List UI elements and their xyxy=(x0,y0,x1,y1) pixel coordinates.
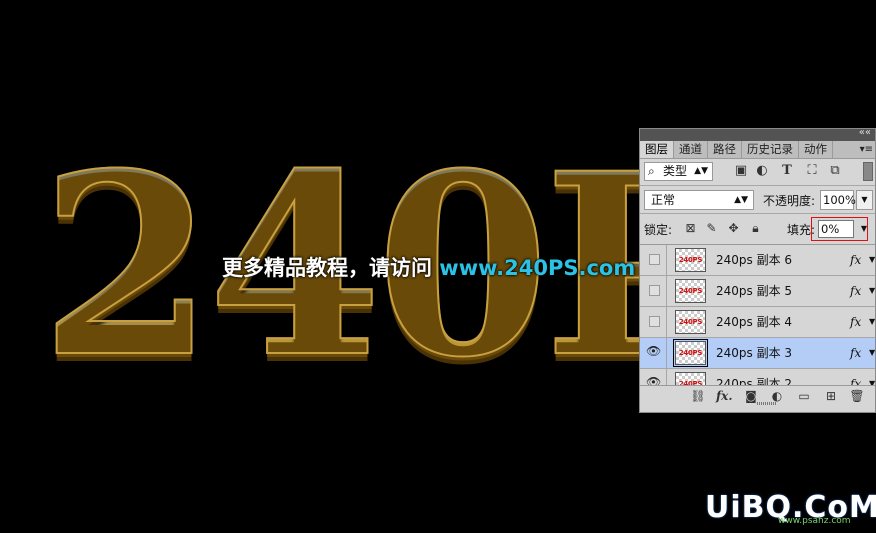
watermark-cn: 更多精品教程，请访问 xyxy=(222,256,432,280)
visibility-toggle[interactable] xyxy=(640,307,667,337)
fx-icon[interactable]: fx xyxy=(850,276,861,306)
fill-dropdown-icon[interactable]: ▼ xyxy=(857,220,871,238)
tab-paths[interactable]: 路径 xyxy=(708,141,742,158)
image-filter-icon[interactable]: ▣ xyxy=(733,163,749,179)
fx-icon[interactable]: fx xyxy=(850,338,861,368)
lock-label: 锁定: xyxy=(644,223,673,237)
search-icon: ⌕ xyxy=(648,164,655,178)
lock-all-icon[interactable]: 🔒︎ xyxy=(748,221,763,236)
tab-actions[interactable]: 动作 xyxy=(799,141,833,158)
visibility-toggle[interactable]: 👁︎ xyxy=(640,338,667,368)
lock-transparent-pixels-icon[interactable]: ⊠ xyxy=(683,221,698,236)
layer-list: 240PS 240ps 副本 6 fx ▼ 240PS 240ps 副本 5 f… xyxy=(640,244,875,386)
panel-menu-icon[interactable]: ▾≡ xyxy=(860,141,873,158)
shape-filter-icon[interactable]: ⛶ xyxy=(804,163,820,179)
blend-mode-value: 正常 xyxy=(651,193,676,207)
filter-toggle[interactable] xyxy=(863,162,873,181)
filter-kind-select[interactable]: ⌕ 类型 ▲▼ xyxy=(644,162,713,181)
delete-layer-icon[interactable]: 🗑︎ xyxy=(849,388,865,404)
filter-row: ⌕ 类型 ▲▼ ▣ ◐ T ⛶ ⧉ xyxy=(640,162,875,184)
layer-row[interactable]: 240PS 240ps 副本 4 fx ▼ xyxy=(640,307,875,338)
layer-row[interactable]: 240PS 240ps 副本 6 fx ▼ xyxy=(640,245,875,276)
panel-tabs: 图层 通道 路径 历史记录 动作 ▾≡ xyxy=(640,141,875,159)
tab-channels[interactable]: 通道 xyxy=(674,141,708,158)
panel-bottom-bar: ⛓ fx. ◙ ◐ ▭ ⊞ 🗑︎ xyxy=(640,385,875,406)
opacity-dropdown-icon[interactable]: ▼ xyxy=(856,190,873,210)
adjustment-filter-icon[interactable]: ◐ xyxy=(754,163,770,179)
layer-name[interactable]: 240ps 副本 5 xyxy=(716,276,792,306)
layer-thumbnail: 240PS xyxy=(673,339,708,367)
blend-row: 正常 ▲▼ 不透明度: 100% ▼ xyxy=(640,190,875,212)
divider xyxy=(640,213,875,214)
blend-mode-select[interactable]: 正常 ▲▼ xyxy=(644,190,754,210)
layer-name[interactable]: 240ps 副本 4 xyxy=(716,307,792,337)
fx-icon[interactable]: fx xyxy=(850,369,861,386)
smart-object-filter-icon[interactable]: ⧉ xyxy=(827,163,843,179)
layer-name[interactable]: 240ps 副本 2 xyxy=(716,369,792,386)
fx-icon[interactable]: fx xyxy=(850,245,861,275)
visibility-toggle[interactable] xyxy=(640,276,667,306)
expand-effects-icon[interactable]: ▼ xyxy=(869,369,875,386)
layer-name[interactable]: 240ps 副本 6 xyxy=(716,245,792,275)
collapse-icon[interactable]: «« xyxy=(859,127,871,138)
lock-row: 锁定: ⊠ ✎ ✥ 🔒︎ 填充: 0% ▼ xyxy=(640,217,875,242)
fx-icon[interactable]: fx xyxy=(850,307,861,337)
expand-effects-icon[interactable]: ▼ xyxy=(869,307,875,337)
updown-arrow-icon: ▲▼ xyxy=(694,166,708,176)
hidden-box-icon xyxy=(649,285,660,296)
tab-layers[interactable]: 图层 xyxy=(640,141,674,158)
tab-history[interactable]: 历史记录 xyxy=(742,141,799,158)
type-filter-icon[interactable]: T xyxy=(779,163,795,179)
visibility-toggle[interactable] xyxy=(640,245,667,275)
watermark-url: www.240PS.com xyxy=(432,256,636,280)
layers-panel: «« 图层 通道 路径 历史记录 动作 ▾≡ ⌕ 类型 ▲▼ ▣ ◐ T ⛶ ⧉… xyxy=(639,127,876,413)
resize-grip[interactable] xyxy=(757,402,777,405)
layer-row[interactable]: 👁︎ 240PS 240ps 副本 2 fx ▼ xyxy=(640,369,875,386)
link-layers-icon[interactable]: ⛓ xyxy=(690,388,706,404)
panel-titlebar[interactable]: «« xyxy=(640,127,875,141)
divider xyxy=(640,185,875,186)
hidden-box-icon xyxy=(649,316,660,327)
watermark-text: 更多精品教程，请访问 www.240PS.com xyxy=(222,252,635,282)
opacity-label: 不透明度: xyxy=(763,194,816,208)
hidden-box-icon xyxy=(649,254,660,265)
layer-thumbnail: 240PS xyxy=(675,310,706,334)
new-group-icon[interactable]: ▭ xyxy=(796,388,812,404)
new-layer-icon[interactable]: ⊞ xyxy=(823,388,839,404)
layer-row[interactable]: 240PS 240ps 副本 5 fx ▼ xyxy=(640,276,875,307)
layer-thumbnail: 240PS xyxy=(675,372,706,386)
layer-thumbnail: 240PS xyxy=(675,248,706,272)
layer-thumbnail: 240PS xyxy=(675,279,706,303)
visibility-toggle[interactable]: 👁︎ xyxy=(640,369,667,386)
expand-effects-icon[interactable]: ▼ xyxy=(869,276,875,306)
lock-image-pixels-icon[interactable]: ✎ xyxy=(704,221,719,236)
lock-position-icon[interactable]: ✥ xyxy=(726,221,741,236)
opacity-input[interactable]: 100% xyxy=(820,190,856,210)
fill-input[interactable]: 0% xyxy=(818,220,854,238)
expand-effects-icon[interactable]: ▼ xyxy=(869,245,875,275)
layer-row-selected[interactable]: 👁︎ 240PS 240ps 副本 3 fx ▼ xyxy=(640,338,875,369)
corner-url: www.psahz.com xyxy=(778,516,851,526)
layer-style-icon[interactable]: fx. xyxy=(716,388,733,404)
eye-icon: 👁︎ xyxy=(646,344,662,358)
filter-kind-label: 类型 xyxy=(663,164,688,178)
layer-name[interactable]: 240ps 副本 3 xyxy=(716,338,792,368)
expand-effects-icon[interactable]: ▼ xyxy=(869,338,875,368)
updown-arrow-icon: ▲▼ xyxy=(734,195,748,205)
